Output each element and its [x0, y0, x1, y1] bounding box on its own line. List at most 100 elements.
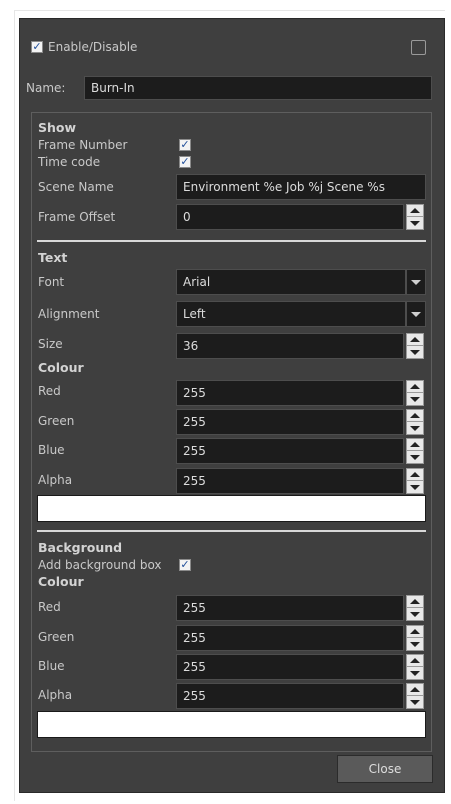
spin-down-button[interactable]	[407, 696, 423, 708]
chevron-down-icon	[411, 279, 421, 285]
spin-down-button[interactable]	[407, 346, 423, 358]
text-red-input[interactable]: 255	[176, 380, 404, 406]
spin-up-button[interactable]	[407, 655, 423, 667]
enable-checkbox[interactable]: ✓	[31, 41, 43, 53]
frame-number-checkbox[interactable]: ✓	[179, 139, 191, 151]
down-arrow-icon	[410, 454, 420, 460]
alignment-dropdown-button[interactable]	[406, 301, 426, 327]
spin-up-button[interactable]	[407, 684, 423, 696]
down-arrow-icon	[410, 484, 420, 490]
up-arrow-icon	[410, 687, 420, 692]
name-label: Name:	[26, 81, 66, 95]
up-arrow-icon	[410, 658, 420, 663]
size-spinner[interactable]	[406, 333, 424, 359]
down-arrow-icon	[410, 349, 420, 355]
bg-alpha-input[interactable]: 255	[176, 683, 404, 709]
spin-down-button[interactable]	[407, 422, 423, 434]
spin-down-button[interactable]	[407, 451, 423, 463]
bg-blue-input[interactable]: 255	[176, 654, 404, 680]
background-colour-swatch[interactable]	[37, 711, 426, 738]
text-red-spinner[interactable]	[406, 380, 424, 406]
frame-offset-label: Frame Offset	[38, 210, 116, 224]
add-background-box-checkbox[interactable]: ✓	[179, 559, 191, 571]
secondary-toggle-checkbox[interactable]	[411, 40, 426, 55]
spin-down-button[interactable]	[407, 481, 423, 493]
frame-number-label: Frame Number	[38, 138, 128, 152]
spin-down-button[interactable]	[407, 217, 423, 229]
text-blue-label: Blue	[38, 443, 65, 457]
checkmark-icon: ✓	[180, 558, 190, 571]
chevron-down-icon	[411, 311, 421, 317]
up-arrow-icon	[410, 208, 420, 213]
name-input[interactable]: Burn-In	[84, 76, 432, 100]
text-colour-swatch[interactable]	[37, 495, 426, 522]
bg-green-label: Green	[38, 630, 75, 644]
text-alpha-spinner[interactable]	[406, 468, 424, 494]
checkmark-icon: ✓	[180, 138, 190, 151]
text-alpha-input[interactable]: 255	[176, 468, 404, 494]
spin-up-button[interactable]	[407, 205, 423, 217]
alignment-select[interactable]: Left	[176, 301, 406, 327]
spin-up-button[interactable]	[407, 596, 423, 608]
scene-name-label: Scene Name	[38, 180, 114, 194]
up-arrow-icon	[410, 442, 420, 447]
bg-red-spinner[interactable]	[406, 595, 424, 621]
down-arrow-icon	[410, 396, 420, 402]
down-arrow-icon	[410, 220, 420, 226]
spin-down-button[interactable]	[407, 638, 423, 650]
spin-down-button[interactable]	[407, 608, 423, 620]
text-blue-input[interactable]: 255	[176, 438, 404, 464]
spin-up-button[interactable]	[407, 439, 423, 451]
text-colour-heading: Colour	[38, 360, 84, 375]
checkmark-icon: ✓	[32, 40, 42, 53]
spin-up-button[interactable]	[407, 334, 423, 346]
text-red-label: Red	[38, 384, 61, 398]
spin-up-button[interactable]	[407, 381, 423, 393]
spin-down-button[interactable]	[407, 393, 423, 405]
divider	[37, 530, 426, 532]
bg-blue-label: Blue	[38, 659, 65, 673]
text-alpha-label: Alpha	[38, 473, 73, 487]
spin-up-button[interactable]	[407, 410, 423, 422]
font-dropdown-button[interactable]	[406, 269, 426, 295]
scene-name-input[interactable]: Environment %e Job %j Scene %s	[176, 174, 426, 200]
enable-label: Enable/Disable	[48, 40, 138, 54]
text-green-spinner[interactable]	[406, 409, 424, 435]
text-blue-spinner[interactable]	[406, 438, 424, 464]
background-colour-heading: Colour	[38, 574, 84, 589]
close-button[interactable]: Close	[337, 755, 433, 783]
font-label: Font	[38, 275, 65, 289]
time-code-checkbox[interactable]: ✓	[179, 156, 191, 168]
up-arrow-icon	[410, 384, 420, 389]
frame-offset-input[interactable]: 0	[176, 204, 404, 230]
down-arrow-icon	[410, 699, 420, 705]
bg-green-spinner[interactable]	[406, 625, 424, 651]
bg-alpha-label: Alpha	[38, 688, 73, 702]
bg-blue-spinner[interactable]	[406, 654, 424, 680]
size-input[interactable]: 36	[176, 333, 404, 359]
down-arrow-icon	[410, 670, 420, 676]
text-heading: Text	[38, 250, 68, 265]
spin-up-button[interactable]	[407, 626, 423, 638]
bg-green-input[interactable]: 255	[176, 625, 404, 651]
text-green-label: Green	[38, 414, 75, 428]
text-green-input[interactable]: 255	[176, 409, 404, 435]
bg-red-input[interactable]: 255	[176, 595, 404, 621]
spin-down-button[interactable]	[407, 667, 423, 679]
font-select[interactable]: Arial	[176, 269, 406, 295]
alignment-label: Alignment	[38, 307, 100, 321]
add-background-box-label: Add background box	[38, 558, 162, 572]
spin-up-button[interactable]	[407, 469, 423, 481]
down-arrow-icon	[410, 425, 420, 431]
background-heading: Background	[38, 540, 123, 555]
divider	[37, 240, 426, 242]
size-label: Size	[38, 337, 63, 351]
up-arrow-icon	[410, 472, 420, 477]
down-arrow-icon	[410, 611, 420, 617]
bg-red-label: Red	[38, 600, 61, 614]
checkmark-icon: ✓	[180, 155, 190, 168]
up-arrow-icon	[410, 629, 420, 634]
burn-in-dialog: ✓ Enable/Disable Name: Burn-In Show Fram…	[19, 18, 445, 793]
bg-alpha-spinner[interactable]	[406, 683, 424, 709]
frame-offset-spinner[interactable]	[406, 204, 424, 230]
